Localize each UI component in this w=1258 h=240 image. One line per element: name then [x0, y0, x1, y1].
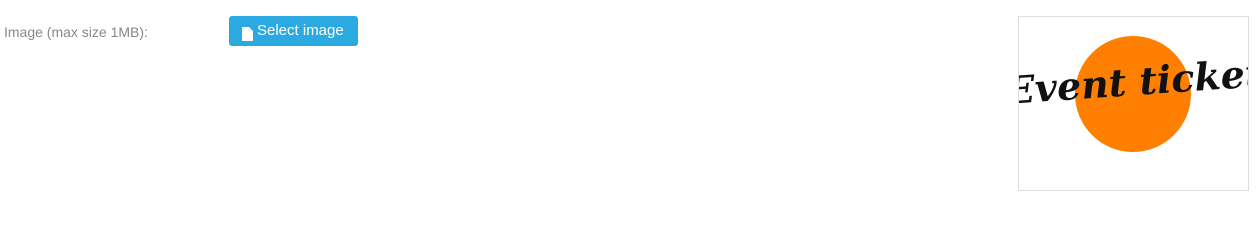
logo-text: Event ticket	[1019, 50, 1248, 113]
select-image-button[interactable]: Select image	[229, 16, 358, 46]
image-preview: Event ticket	[1018, 16, 1249, 191]
event-ticket-logo: Event ticket	[1019, 36, 1248, 152]
image-upload-row: Image (max size 1MB): Select image Event…	[0, 0, 1258, 219]
select-image-button-label: Select image	[257, 22, 344, 39]
image-field-label: Image (max size 1MB):	[4, 24, 148, 40]
file-icon	[242, 23, 253, 41]
